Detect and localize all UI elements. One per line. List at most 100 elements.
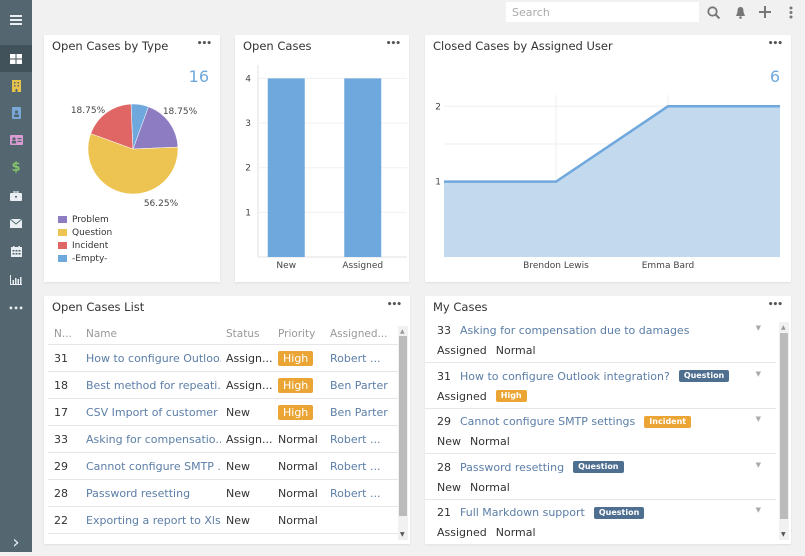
scroll-down-icon[interactable]: ▼ [781, 531, 786, 538]
search-input[interactable] [506, 2, 699, 22]
item-dropdown-icon[interactable]: ▼ [756, 506, 761, 514]
list-scrollbar[interactable]: ▲ ▼ [779, 322, 789, 540]
dashlet-menu-button[interactable]: ••• [387, 300, 402, 310]
column-header-status[interactable]: Status [221, 328, 273, 340]
case-title-line: 31 How to configure Outlook integration? Q… [437, 370, 730, 383]
scrollbar-thumb[interactable] [780, 333, 788, 519]
assigned-user-link[interactable]: Robert ... [325, 460, 398, 473]
table-scrollbar[interactable]: ▲ ▼ [398, 326, 408, 540]
sidebar-item-leads[interactable] [0, 126, 32, 153]
case-name-link[interactable]: Password resetting [460, 461, 564, 474]
dollar-icon: $ [11, 160, 21, 175]
case-name-link[interactable]: How to configure Outloo... [80, 352, 221, 365]
pie-data-label: 18.75% [71, 106, 106, 116]
bar-new[interactable] [267, 78, 305, 257]
table-row[interactable]: 29 Cannot configure SMTP ... New Normal Robe… [48, 453, 398, 480]
table-row[interactable]: 22 Exporting a report to Xls... New Normal [48, 507, 398, 534]
case-status: New [226, 405, 250, 419]
table-row[interactable]: 28 Password resetting New Normal Robert ... [48, 480, 398, 507]
item-dropdown-icon[interactable]: ▼ [756, 461, 761, 469]
bar-assigned[interactable] [344, 78, 382, 257]
sidebar-more[interactable]: ••• [0, 295, 32, 322]
x-tick-label: Brendon Lewis [523, 261, 589, 271]
case-number: 31 [54, 351, 68, 365]
list-item: 33 Asking for compensation due to damages… [425, 318, 776, 363]
menu-icon [10, 14, 22, 25]
bar-chart-icon [10, 274, 22, 285]
case-name-link[interactable]: CSV Import of customer ... [80, 406, 221, 419]
case-name-link[interactable]: Asking for compensatio... [80, 433, 221, 446]
item-dropdown-icon[interactable]: ▼ [756, 370, 761, 378]
table-row[interactable]: 17 CSV Import of customer ... New High Ben P… [48, 399, 398, 426]
pie-chart: 18.75% 56.25% 18.75% [71, 103, 198, 209]
scroll-down-icon[interactable]: ▼ [400, 531, 405, 538]
case-priority-cell: High [273, 377, 325, 393]
sidebar-item-reports[interactable] [0, 266, 32, 293]
case-meta-line: Assigned High [437, 390, 536, 403]
case-name-link[interactable]: Cannot configure SMTP settings [460, 415, 635, 428]
assigned-user-link[interactable]: Robert ... [325, 433, 398, 446]
priority-badge: Normal [278, 486, 318, 500]
table-row[interactable]: 18 Best method for repeati... Assign... Hig… [48, 372, 398, 399]
sidebar-item-opportunities[interactable]: $ [0, 154, 32, 181]
item-dropdown-icon[interactable]: ▼ [756, 415, 761, 423]
sidebar-item-cases[interactable] [0, 182, 32, 209]
legend-item[interactable]: Problem [58, 213, 112, 226]
column-header-number[interactable]: N... [48, 328, 80, 340]
area-chart: 1 2 Brendon Lewis Emma Bard [435, 95, 780, 271]
priority-badge: Normal [278, 513, 318, 527]
scroll-up-icon[interactable]: ▲ [781, 324, 786, 331]
case-status: New [226, 486, 250, 500]
assigned-user-link[interactable]: Ben Parter [325, 379, 398, 392]
menu-toggle[interactable] [0, 6, 32, 33]
sidebar-item-calendar[interactable] [0, 238, 32, 265]
case-priority: Normal [470, 480, 510, 494]
type-badge: Incident [644, 415, 692, 428]
scrollbar-thumb[interactable] [399, 336, 407, 516]
case-name-link[interactable]: Password resetting [80, 487, 221, 500]
scroll-up-icon[interactable]: ▲ [400, 328, 405, 335]
case-number: 18 [54, 378, 68, 392]
list-item: 21 Full Markdown support Question Assigned N… [425, 500, 776, 545]
case-name-link[interactable]: How to configure Outlook integration? [460, 370, 670, 383]
quick-create-button[interactable] [756, 3, 774, 21]
search-button[interactable] [704, 3, 722, 21]
assigned-user-link[interactable]: Robert ... [325, 352, 398, 365]
legend-swatch [58, 229, 67, 236]
case-name-link[interactable]: Cannot configure SMTP ... [80, 460, 221, 473]
y-tick-label: 3 [245, 119, 251, 129]
table-row[interactable]: 31 How to configure Outloo... Assign... Hig… [48, 345, 398, 372]
column-header-priority[interactable]: Priority [273, 328, 325, 340]
notifications-button[interactable] [731, 3, 749, 21]
case-title-line: 33 Asking for compensation due to damages [437, 324, 689, 337]
assigned-user-link[interactable]: Ben Parter [325, 406, 398, 419]
type-badge: Question [678, 370, 730, 382]
legend-item[interactable]: Incident [58, 239, 112, 252]
legend-item[interactable]: Question [58, 226, 112, 239]
legend-item[interactable]: -Empty- [58, 252, 112, 265]
sidebar-item-contacts[interactable] [0, 99, 32, 126]
dashlet-title: My Cases [433, 300, 488, 314]
case-status: Assign... [226, 351, 273, 365]
briefcase-icon [10, 190, 22, 201]
sidebar-item-dashboard[interactable] [0, 45, 32, 72]
case-name-link[interactable]: Full Markdown support [460, 506, 585, 519]
case-name-link[interactable]: Best method for repeati... [80, 379, 221, 392]
priority-badge: Normal [278, 432, 318, 446]
column-header-assigned[interactable]: Assigned... [325, 328, 398, 340]
menu-button[interactable] [782, 3, 800, 21]
case-status: New [437, 435, 461, 448]
assigned-user-link[interactable]: Robert ... [325, 487, 398, 500]
table-row[interactable]: 33 Asking for compensatio... Assign... Norm… [48, 426, 398, 453]
item-dropdown-icon[interactable]: ▼ [756, 324, 761, 332]
dashlet-menu-button[interactable]: ••• [768, 300, 783, 310]
sidebar-item-email[interactable] [0, 210, 32, 237]
case-priority-cell: Normal [273, 460, 325, 473]
case-name-link[interactable]: Asking for compensation due to damages [460, 324, 689, 337]
case-name-link[interactable]: Exporting a report to Xls... [80, 514, 221, 527]
case-priority: Normal [495, 526, 536, 539]
dashlet-open-cases-list: Open Cases List ••• N... Name Status Pri… [44, 296, 410, 544]
sidebar-item-accounts[interactable] [0, 72, 32, 99]
column-header-name[interactable]: Name [80, 328, 221, 340]
case-number: 33 [54, 432, 68, 446]
